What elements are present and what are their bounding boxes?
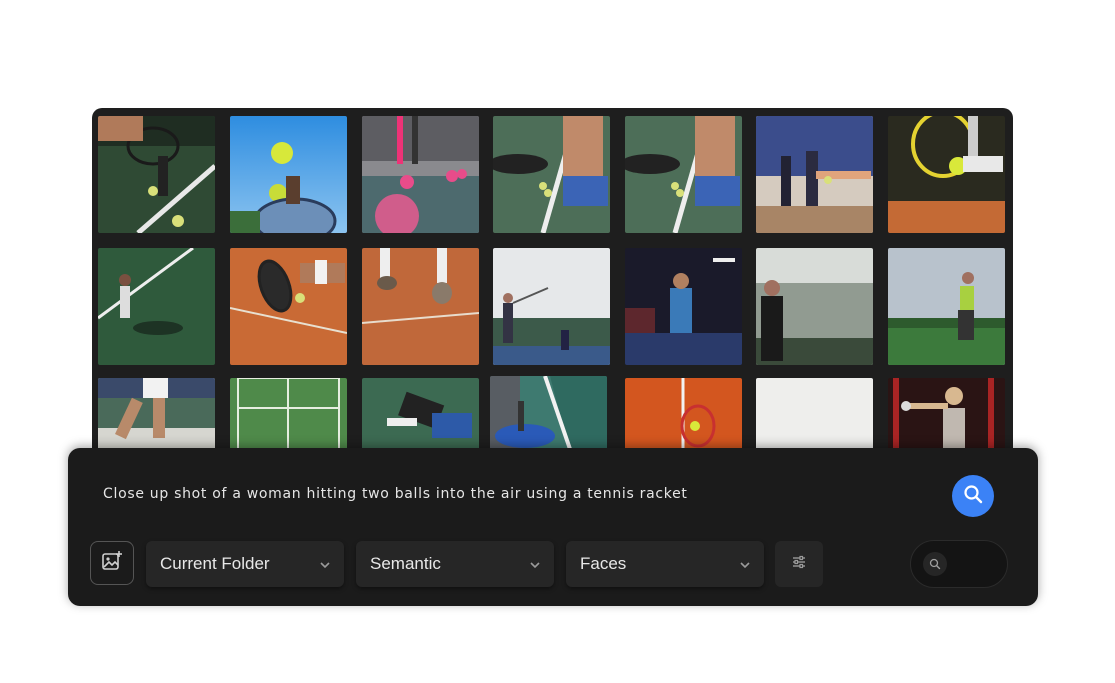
photo-tile[interactable] bbox=[625, 248, 742, 365]
photo-gallery bbox=[92, 108, 1013, 453]
filter-settings-button[interactable] bbox=[775, 541, 823, 587]
photo-tile[interactable] bbox=[98, 378, 215, 453]
photo-tile[interactable] bbox=[230, 248, 347, 365]
photo-tile[interactable] bbox=[888, 116, 1005, 233]
search-icon bbox=[963, 484, 983, 508]
photo-tile[interactable] bbox=[230, 116, 347, 233]
chevron-down-icon bbox=[528, 557, 542, 571]
chevron-down-icon bbox=[738, 557, 752, 571]
chevron-down-icon bbox=[318, 557, 332, 571]
photo-tile[interactable] bbox=[493, 248, 610, 365]
mode-dropdown[interactable]: Semantic bbox=[356, 541, 554, 587]
photo-tile[interactable] bbox=[493, 116, 610, 233]
image-add-icon bbox=[101, 550, 123, 576]
photo-tile[interactable] bbox=[625, 378, 742, 453]
photo-tile[interactable] bbox=[756, 378, 873, 453]
image-search-button[interactable] bbox=[90, 541, 134, 585]
photo-tile[interactable] bbox=[888, 248, 1005, 365]
search-button[interactable] bbox=[952, 475, 994, 517]
photo-tile[interactable] bbox=[362, 116, 479, 233]
mini-search-toggle[interactable] bbox=[910, 540, 1008, 588]
scope-dropdown-label: Current Folder bbox=[160, 554, 270, 573]
faces-dropdown[interactable]: Faces bbox=[566, 541, 764, 587]
sliders-icon bbox=[791, 554, 807, 574]
photo-tile[interactable] bbox=[362, 248, 479, 365]
photo-tile[interactable] bbox=[362, 378, 479, 453]
photo-tile[interactable] bbox=[230, 378, 347, 453]
photo-tile[interactable] bbox=[98, 116, 215, 233]
search-query-input[interactable]: Close up shot of a woman hitting two bal… bbox=[103, 486, 688, 502]
photo-tile[interactable] bbox=[490, 376, 607, 453]
search-icon bbox=[923, 552, 947, 576]
search-panel: Close up shot of a woman hitting two bal… bbox=[68, 448, 1038, 606]
photo-tile[interactable] bbox=[98, 248, 215, 365]
mode-dropdown-label: Semantic bbox=[370, 554, 441, 573]
photo-tile[interactable] bbox=[625, 116, 742, 233]
photo-tile[interactable] bbox=[888, 378, 1005, 453]
faces-dropdown-label: Faces bbox=[580, 554, 627, 573]
scope-dropdown[interactable]: Current Folder bbox=[146, 541, 344, 587]
photo-tile[interactable] bbox=[756, 248, 873, 365]
photo-tile[interactable] bbox=[756, 116, 873, 233]
